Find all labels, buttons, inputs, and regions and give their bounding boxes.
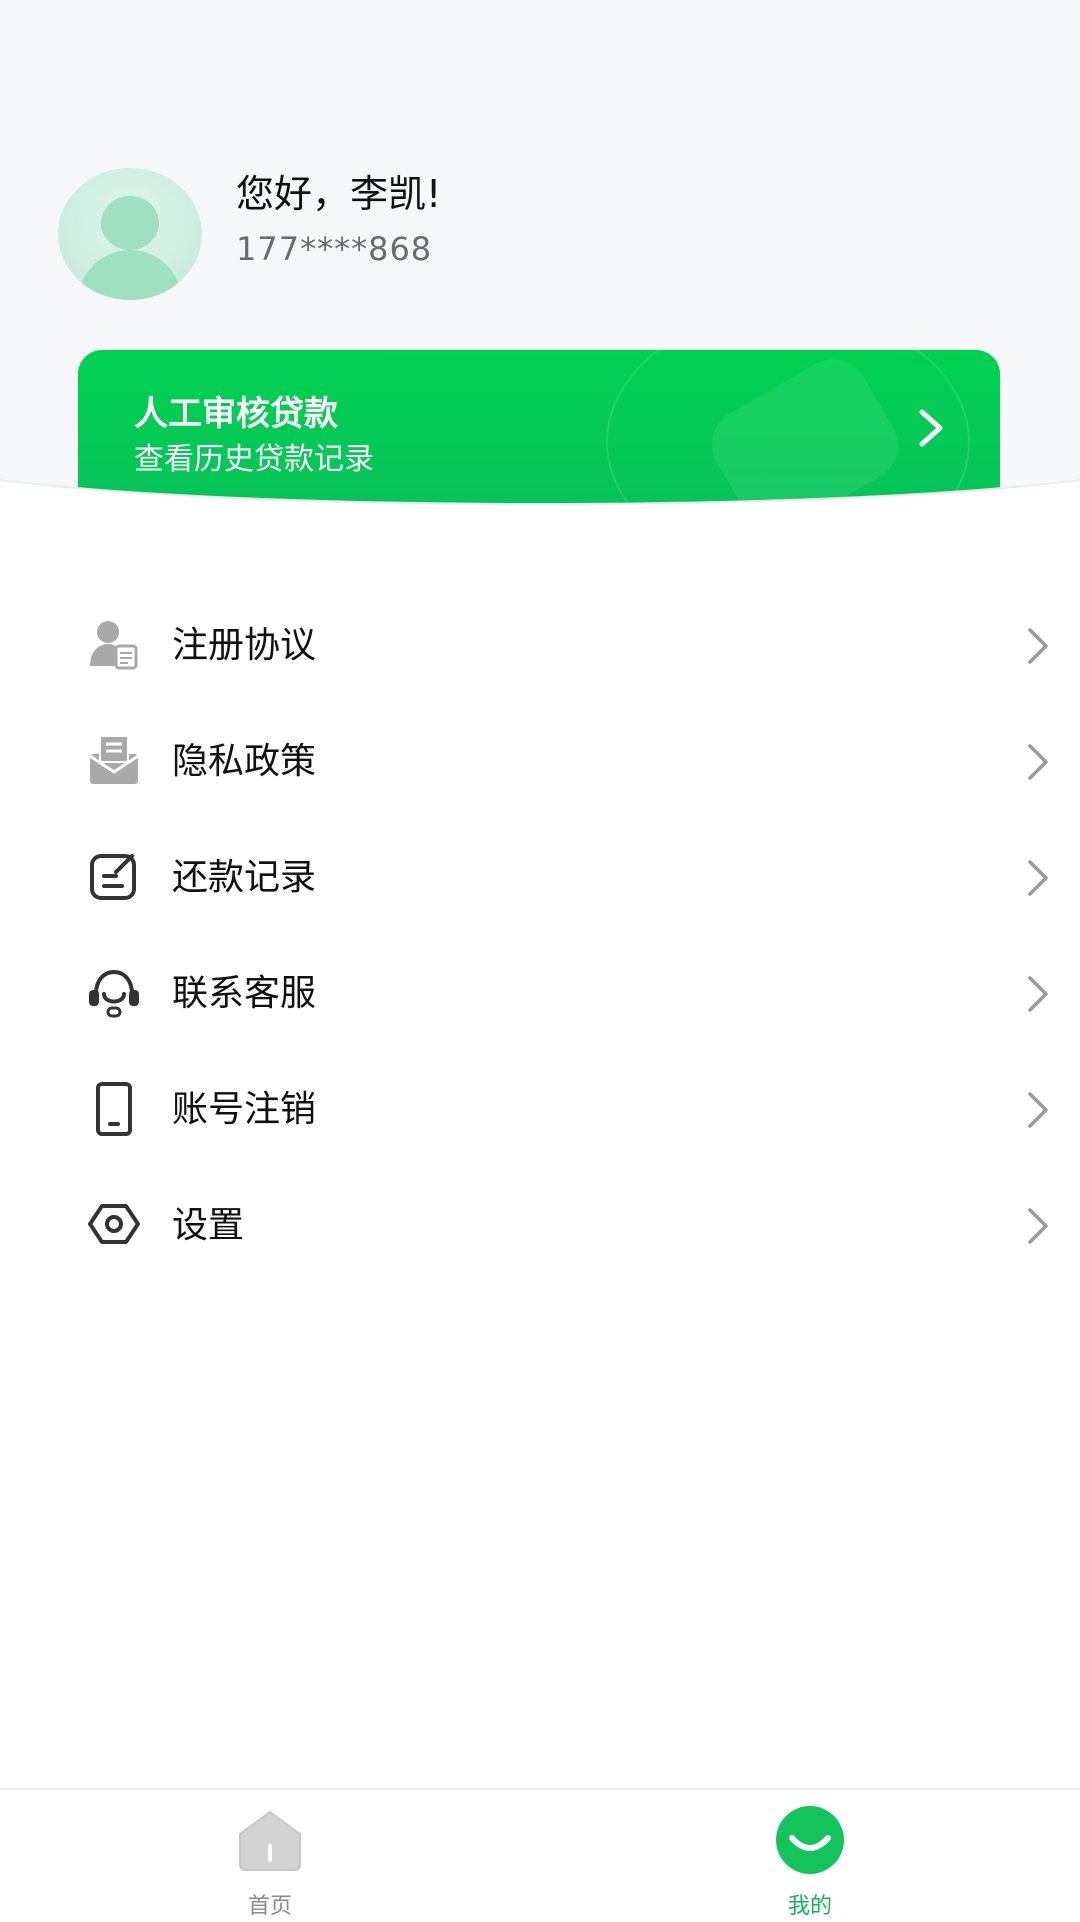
menu-item-label: 设置 — [172, 1205, 245, 1246]
chevron-right-icon — [1028, 744, 1048, 780]
chevron-right-icon — [1028, 1092, 1048, 1128]
menu-item-label: 账号注销 — [172, 1089, 317, 1130]
menu-item-label: 隐私政策 — [172, 741, 317, 782]
menu-item-label: 还款记录 — [172, 857, 317, 898]
bottom-navigation: 首页 我的 — [0, 1788, 1080, 1922]
menu-item-label: 注册协议 — [172, 625, 317, 666]
user-document-icon — [90, 621, 138, 670]
menu-item-account-cancellation[interactable]: 账号注销 — [0, 1046, 1080, 1162]
mail-icon — [89, 735, 139, 784]
greeting-text: 您好，李凯! — [236, 172, 442, 216]
chevron-right-icon — [1028, 976, 1048, 1012]
menu-item-privacy-policy[interactable]: 隐私政策 — [0, 698, 1080, 814]
nav-label-mine: 我的 — [787, 1894, 832, 1919]
wave-divider — [0, 479, 1080, 560]
menu-item-settings[interactable]: 设置 — [0, 1162, 1080, 1278]
menu-item-label: 联系客服 — [172, 973, 317, 1014]
phone-number: 177****868 — [236, 230, 433, 268]
nav-label-home: 首页 — [247, 1894, 292, 1919]
menu-item-contact-service[interactable]: 联系客服 — [0, 930, 1080, 1046]
phone-icon — [96, 1082, 132, 1136]
menu-item-repayment-records[interactable]: 还款记录 — [0, 814, 1080, 930]
nav-tab-mine[interactable]: 我的 — [710, 1804, 910, 1919]
loan-card-title: 人工审核贷款 — [134, 394, 338, 434]
chevron-right-icon — [1028, 860, 1048, 896]
settings-icon — [88, 1204, 140, 1244]
headset-icon — [89, 969, 139, 1018]
smile-profile-icon — [776, 1806, 844, 1874]
chevron-right-icon — [1028, 628, 1048, 664]
menu-item-register-agreement[interactable]: 注册协议 — [0, 582, 1080, 698]
chevron-right-icon — [1028, 1208, 1048, 1244]
nav-tab-home[interactable]: 首页 — [170, 1804, 370, 1919]
user-avatar-icon[interactable] — [58, 168, 202, 300]
menu-list: 注册协议 隐私政策 还款记录 联系客服 账号注销 设置 — [0, 582, 1080, 1278]
home-icon — [239, 1811, 301, 1871]
edit-note-icon — [90, 854, 136, 900]
